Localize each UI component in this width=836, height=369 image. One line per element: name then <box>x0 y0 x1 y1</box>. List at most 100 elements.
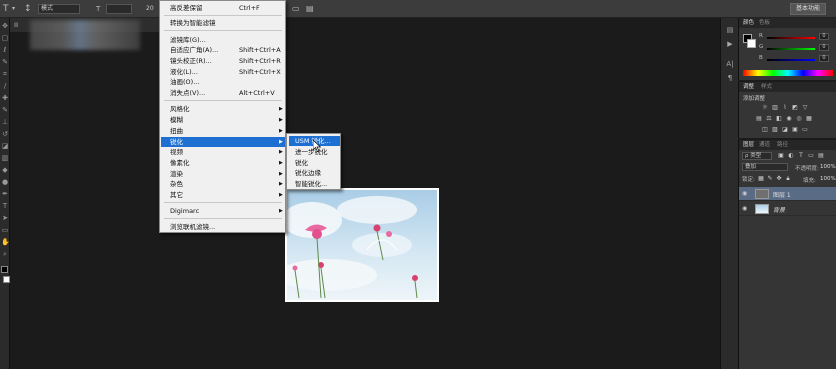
hue-saturation-icon[interactable]: ▤ <box>755 115 763 122</box>
shape-tool-icon[interactable]: ▭ <box>1 226 9 234</box>
red-slider[interactable] <box>767 37 815 39</box>
layer-name[interactable]: 背景 <box>773 205 785 214</box>
type-filter-icon[interactable]: T <box>797 152 805 159</box>
layer-name[interactable]: 图层 1 <box>773 190 791 199</box>
levels-icon[interactable]: ▥ <box>771 104 779 111</box>
smart-object-filter-icon[interactable]: ▤ <box>817 152 825 159</box>
menu-item-render[interactable]: 渲染 ▶ <box>161 169 285 179</box>
tab-channels[interactable]: 通道 <box>759 141 770 150</box>
lasso-tool-icon[interactable]: ℓ <box>1 46 9 54</box>
green-slider[interactable] <box>767 48 815 50</box>
eye-icon[interactable]: ◉ <box>742 205 747 212</box>
pixel-filter-icon[interactable]: ▣ <box>777 152 785 159</box>
font-style-select[interactable]: 模式 <box>38 4 80 14</box>
quick-select-tool-icon[interactable]: ✎ <box>1 58 9 66</box>
menu-item-filter-gallery[interactable]: 滤镜库(G)... <box>161 35 285 45</box>
tab-styles[interactable]: 样式 <box>761 83 772 92</box>
lock-transparent-icon[interactable]: ▦ <box>757 175 765 182</box>
healing-tool-icon[interactable]: ✚ <box>1 94 9 102</box>
menu-item-convert-smart-filter[interactable]: 转换为智能滤镜 <box>161 18 285 28</box>
color-lookup-icon[interactable]: ▦ <box>805 115 813 122</box>
menu-item-video[interactable]: 视频 ▶ <box>161 147 285 157</box>
menu-item-distort[interactable]: 扭曲 ▶ <box>161 126 285 136</box>
vibrance-icon[interactable]: ▽ <box>801 104 809 111</box>
menu-item-adaptive-wide-angle[interactable]: 自适应广角(A)... Shift+Ctrl+A <box>161 45 285 55</box>
photo-filter-icon[interactable]: ◉ <box>785 115 793 122</box>
tab-layers[interactable]: 图层 <box>743 141 754 150</box>
color-spectrum-bar[interactable] <box>743 70 833 76</box>
character-panel-icon[interactable]: ▤ <box>306 3 314 15</box>
character-panel-icon[interactable]: A| <box>725 60 735 68</box>
lock-pixels-icon[interactable]: ✎ <box>766 175 774 182</box>
submenu-item-sharpen[interactable]: 锐化 <box>289 158 340 168</box>
blue-value[interactable]: 0 <box>819 55 829 62</box>
menu-item-other[interactable]: 其它 ▶ <box>161 190 285 200</box>
chevron-down-icon[interactable]: ▾ <box>12 3 15 15</box>
shape-filter-icon[interactable]: ▭ <box>807 152 815 159</box>
blend-mode-select[interactable]: 叠加 <box>742 163 788 171</box>
menu-item-lens-correction[interactable]: 镜头校正(R)... Shift+Ctrl+R <box>161 56 285 66</box>
workspace-button[interactable]: 基本功能 <box>790 3 826 15</box>
gradient-tool-icon[interactable]: ▥ <box>1 154 9 162</box>
eyedropper-tool-icon[interactable]: / <box>1 82 9 90</box>
document-tab[interactable]: Ⅲ <box>14 20 18 32</box>
submenu-item-sharpen-edges[interactable]: 锐化边缘 <box>289 168 340 178</box>
stamp-tool-icon[interactable]: ⊥ <box>1 118 9 126</box>
blue-slider[interactable] <box>767 59 815 61</box>
lock-position-icon[interactable]: ✥ <box>775 175 783 182</box>
text-tool-icon[interactable]: T <box>3 3 9 15</box>
background-swatch[interactable] <box>747 39 756 48</box>
menu-item-vanishing-point[interactable]: 消失点(V)... Alt+Ctrl+V <box>161 88 285 98</box>
menu-item-stylize[interactable]: 风格化 ▶ <box>161 104 285 114</box>
text-color-icon[interactable]: ▭ <box>292 3 300 15</box>
eraser-tool-icon[interactable]: ◪ <box>1 142 9 150</box>
layer-row[interactable]: ◉ 背景 <box>739 202 836 216</box>
eye-icon[interactable]: ◉ <box>742 190 747 197</box>
red-value[interactable]: 0 <box>819 33 829 40</box>
path-select-tool-icon[interactable]: ➤ <box>1 214 9 222</box>
posterize-icon[interactable]: ▨ <box>771 126 779 133</box>
color-balance-icon[interactable]: ⚖ <box>765 115 773 122</box>
layer-row[interactable]: ◉ 图层 1 <box>739 187 836 201</box>
gradient-map-icon[interactable]: ▭ <box>801 126 809 133</box>
menu-item-liquify[interactable]: 液化(L)... Shift+Ctrl+X <box>161 67 285 77</box>
brightness-icon[interactable]: ☼ <box>761 104 769 111</box>
black-white-icon[interactable]: ◧ <box>775 115 783 122</box>
menu-item-sharpen[interactable]: 锐化 ▶ <box>161 137 285 147</box>
foreground-color-swatch[interactable] <box>1 266 8 273</box>
opacity-value[interactable]: 100% <box>820 164 836 170</box>
green-value[interactable]: 0 <box>819 44 829 51</box>
dodge-tool-icon[interactable]: ● <box>1 178 9 186</box>
lock-all-icon[interactable]: 🔒︎ <box>784 175 792 182</box>
menu-item-noise[interactable]: 杂色 ▶ <box>161 179 285 189</box>
tab-adjustments[interactable]: 调整 <box>743 83 754 92</box>
curves-icon[interactable]: ⌇ <box>781 104 789 111</box>
history-brush-tool-icon[interactable]: ↺ <box>1 130 9 138</box>
exposure-icon[interactable]: ◩ <box>791 104 799 111</box>
menu-item-last-filter[interactable]: 高反差保留 Ctrl+F <box>161 3 285 13</box>
adjustment-filter-icon[interactable]: ◐ <box>787 152 795 159</box>
background-color-swatch[interactable] <box>3 276 10 283</box>
hand-tool-icon[interactable]: ✋ <box>1 238 10 246</box>
history-panel-icon[interactable]: ▤ <box>725 26 735 34</box>
menu-item-pixelate[interactable]: 像素化 ▶ <box>161 158 285 168</box>
invert-icon[interactable]: ◫ <box>761 126 769 133</box>
actions-panel-icon[interactable]: ▶ <box>725 40 735 48</box>
zoom-tool-icon[interactable]: ⌕ <box>1 250 9 258</box>
submenu-item-smart-sharpen[interactable]: 智能锐化... <box>289 179 340 189</box>
menu-item-blur[interactable]: 模糊 ▶ <box>161 115 285 125</box>
menu-item-oil-paint[interactable]: 油画(O)... <box>161 77 285 87</box>
layer-kind-filter[interactable]: ρ 类型 <box>742 152 772 160</box>
tab-color[interactable]: 颜色 <box>743 19 754 28</box>
text-orientation-icon[interactable]: ↕ <box>24 3 32 15</box>
brush-tool-icon[interactable]: ✎ <box>1 106 9 114</box>
fill-value[interactable]: 100% <box>820 176 836 182</box>
paragraph-panel-icon[interactable]: ¶ <box>725 74 735 82</box>
tab-swatches[interactable]: 色板 <box>759 19 770 28</box>
blur-tool-icon[interactable]: ◆ <box>1 166 9 174</box>
selective-color-icon[interactable]: ▣ <box>791 126 799 133</box>
canvas-image[interactable] <box>285 188 439 302</box>
size-value[interactable]: 20 <box>146 4 154 14</box>
threshold-icon[interactable]: ◪ <box>781 126 789 133</box>
menu-item-browse-online-filters[interactable]: 浏览联机滤镜... <box>161 222 285 232</box>
